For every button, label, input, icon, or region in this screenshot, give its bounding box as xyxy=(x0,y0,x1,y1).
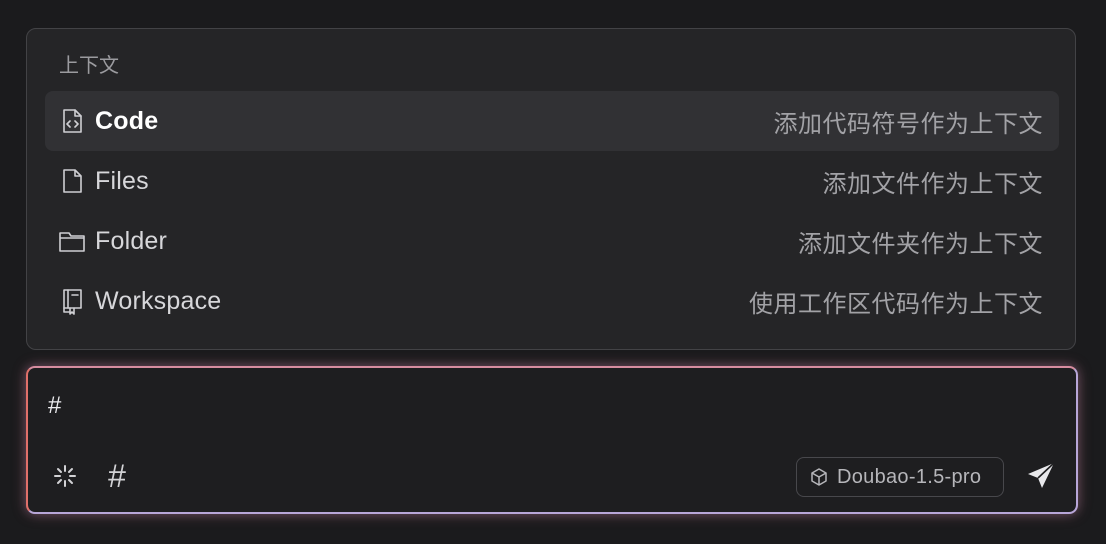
context-item-label: Files xyxy=(95,166,149,195)
context-menu: 上下文 Code 添加代码符号作为上下文 Files 添加文件作为上下文 Fol… xyxy=(26,28,1076,350)
code-file-icon xyxy=(57,106,87,136)
sparkle-icon[interactable] xyxy=(50,461,80,491)
context-menu-header: 上下文 xyxy=(59,55,119,77)
hash-icon: # xyxy=(108,458,126,494)
message-input-box[interactable]: # # Doubao-1.5-pro xyxy=(26,366,1078,514)
cube-icon xyxy=(811,468,827,486)
file-icon xyxy=(57,166,87,196)
context-item-desc: 添加文件作为上下文 xyxy=(822,170,1043,198)
model-label: Doubao-1.5-pro xyxy=(837,465,982,488)
workspace-book-icon xyxy=(57,286,87,316)
context-item-desc: 使用工作区代码作为上下文 xyxy=(749,290,1043,318)
hash-context-button[interactable]: # xyxy=(102,458,132,494)
context-item-label: Code xyxy=(95,106,159,135)
context-item-workspace[interactable]: Workspace 使用工作区代码作为上下文 xyxy=(45,271,1059,331)
folder-icon xyxy=(57,226,87,256)
context-item-label: Folder xyxy=(95,226,168,255)
context-item-label: Workspace xyxy=(95,286,222,315)
message-input[interactable]: # xyxy=(48,392,61,420)
chat-composer: 上下文 Code 添加代码符号作为上下文 Files 添加文件作为上下文 Fol… xyxy=(0,0,1106,544)
context-item-files[interactable]: Files 添加文件作为上下文 xyxy=(45,151,1059,211)
context-item-desc: 添加文件夹作为上下文 xyxy=(798,230,1043,258)
send-icon xyxy=(1028,462,1055,488)
model-selector[interactable]: Doubao-1.5-pro xyxy=(796,457,1004,497)
context-item-desc: 添加代码符号作为上下文 xyxy=(773,110,1043,138)
context-item-code[interactable]: Code 添加代码符号作为上下文 xyxy=(45,91,1059,151)
context-item-folder[interactable]: Folder 添加文件夹作为上下文 xyxy=(45,211,1059,271)
send-button[interactable] xyxy=(1024,459,1058,493)
